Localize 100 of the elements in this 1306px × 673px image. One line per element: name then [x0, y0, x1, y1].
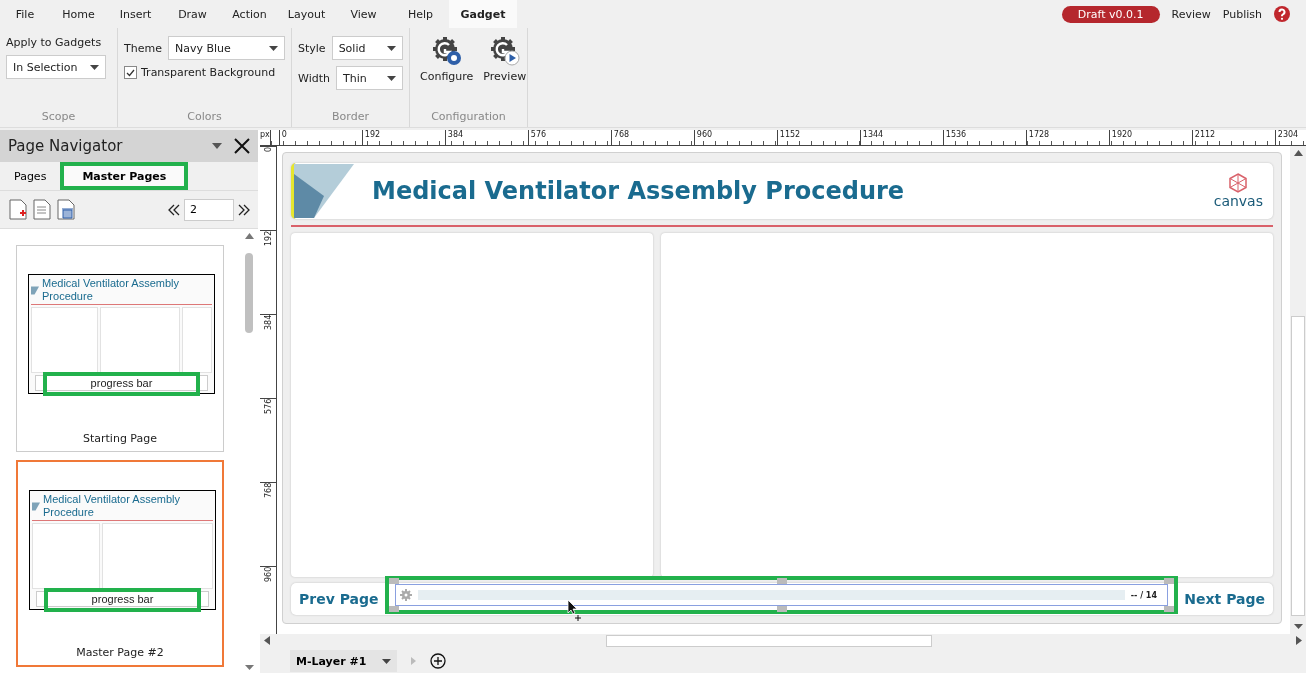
page-label: Starting Page	[83, 432, 157, 445]
width-dropdown[interactable]: Thin	[335, 66, 403, 90]
menu-tab[interactable]: Gadget	[449, 0, 517, 28]
group-caption: Configuration	[430, 110, 507, 125]
page-number-field[interactable]: 2	[184, 198, 234, 221]
page-title: Medical Ventilator Assembly Procedure	[372, 177, 906, 205]
caret-icon	[382, 658, 392, 664]
version-badge[interactable]: Draft v0.0.1	[1061, 5, 1160, 23]
scroll-down-icon	[244, 665, 254, 671]
scroll-left-icon	[264, 636, 270, 645]
menu-tab[interactable]: File	[0, 0, 50, 28]
menu-tab[interactable]: Help	[392, 0, 449, 28]
scrollbar-thumb[interactable]	[1291, 316, 1305, 616]
scroll-right-icon	[1296, 636, 1302, 645]
menu-link[interactable]: Publish	[1222, 7, 1262, 21]
ruler-label: 576	[263, 399, 273, 417]
ruler-label: 1920	[1108, 130, 1192, 145]
play-icon	[411, 657, 417, 665]
progress-gadget[interactable]: -- / 14	[395, 584, 1168, 606]
ruler-label: 768	[263, 483, 273, 501]
ruler-label: 1344	[859, 130, 943, 145]
preview-title: Medical Ventilator Assembly Procedure	[43, 493, 181, 519]
ruler-label: 1728	[1025, 130, 1109, 145]
ribbon-label: Apply to Gadgets	[6, 36, 103, 49]
preview-button[interactable]: Preview	[483, 36, 527, 83]
progress-text: -- / 14	[1130, 590, 1157, 600]
add-layer-icon[interactable]	[430, 653, 447, 669]
ruler-label: 2304	[1274, 130, 1306, 145]
gear-icon	[431, 36, 462, 66]
close-icon[interactable]	[234, 138, 250, 154]
scroll-up-icon	[1293, 150, 1303, 156]
menu-tab[interactable]: Insert	[107, 0, 164, 28]
menu-tab[interactable]: Layout	[278, 0, 335, 28]
page-thumbnail[interactable]: Medical Ventilator Assembly Procedure progress bar Starting Page	[16, 245, 224, 452]
help-icon	[1274, 6, 1290, 22]
menu-tab[interactable]: Action	[221, 0, 278, 28]
ruler-label: 384	[263, 315, 273, 333]
configure-button[interactable]: Configure	[420, 36, 474, 83]
menu-tab[interactable]: Draw	[164, 0, 221, 28]
gear-icon	[400, 589, 412, 601]
panel-tab[interactable]: Pages	[0, 162, 61, 190]
scrollbar-thumb[interactable]	[245, 253, 253, 333]
next-page-link[interactable]: Next Page	[1184, 591, 1265, 607]
gear-play-icon	[489, 36, 520, 66]
ruler-label: 384	[444, 130, 528, 145]
dropdown-icon	[212, 143, 222, 149]
ruler-label: 960	[263, 567, 273, 585]
ribbon-label: Width	[298, 71, 330, 85]
ruler-label: 1536	[942, 130, 1026, 145]
theme-dropdown[interactable]: Navy Blue	[167, 36, 285, 60]
ruler-label: 0	[278, 130, 362, 145]
menu-link[interactable]: Review	[1171, 7, 1211, 21]
style-dropdown[interactable]: Solid	[331, 36, 403, 60]
resize-handle[interactable]	[1164, 578, 1174, 584]
caret-icon	[90, 64, 99, 70]
logo-text: canvas	[1213, 193, 1263, 209]
menu-tab[interactable]: View	[335, 0, 392, 28]
panel-tab[interactable]: Master Pages	[60, 162, 189, 190]
ribbon-label: Theme	[124, 41, 162, 55]
scope-dropdown[interactable]: In Selection	[6, 55, 106, 79]
preview-title: Medical Ventilator Assembly Procedure	[42, 277, 180, 303]
prev-page-link[interactable]: Prev Page	[299, 591, 379, 607]
ruler-label: 960	[693, 130, 777, 145]
ruler-label: 768	[610, 130, 694, 145]
resize-handle[interactable]	[389, 578, 399, 584]
caret-icon	[387, 45, 396, 51]
delete-page-icon	[56, 199, 76, 220]
scrollbar-thumb[interactable]	[606, 634, 932, 647]
checkbox[interactable]	[124, 66, 137, 79]
scroll-up-icon	[244, 233, 254, 239]
resize-handle[interactable]	[776, 578, 787, 584]
next-icon[interactable]	[238, 203, 250, 216]
panel-title: Page Navigator	[8, 137, 124, 155]
ruler-label: 192	[361, 130, 445, 145]
preview-column	[31, 307, 98, 373]
ruler-label: 2112	[1191, 130, 1275, 145]
header-art-icon	[31, 285, 39, 295]
resize-handle[interactable]	[776, 606, 787, 612]
add-page-icon	[8, 199, 28, 220]
page-label: Master Page #2	[76, 646, 164, 659]
resize-handle[interactable]	[1164, 606, 1174, 612]
header-art	[294, 164, 354, 218]
group-caption: Border	[331, 110, 370, 125]
logo-icon	[1228, 173, 1249, 193]
ribbon-label: Style	[298, 41, 326, 55]
menu-tab[interactable]: Home	[50, 0, 107, 28]
resize-handle[interactable]	[389, 606, 399, 612]
ruler-label: 192	[263, 231, 273, 249]
checkbox-label: Transparent Background	[141, 66, 276, 79]
group-caption: Colors	[186, 110, 223, 125]
ruler-label: 576	[527, 130, 611, 145]
scroll-down-icon	[1293, 624, 1303, 630]
previous-icon[interactable]	[168, 203, 180, 216]
ruler-unit: px	[260, 130, 271, 145]
layer-dropdown[interactable]: M-Layer #1	[290, 650, 398, 672]
copy-page-icon	[32, 199, 52, 220]
header-art-icon	[32, 501, 40, 511]
page-thumbnail[interactable]: Medical Ventilator Assembly Procedure progress bar Master Page #2	[16, 460, 224, 667]
ruler-label: 0	[263, 147, 273, 155]
caret-icon	[269, 45, 278, 51]
